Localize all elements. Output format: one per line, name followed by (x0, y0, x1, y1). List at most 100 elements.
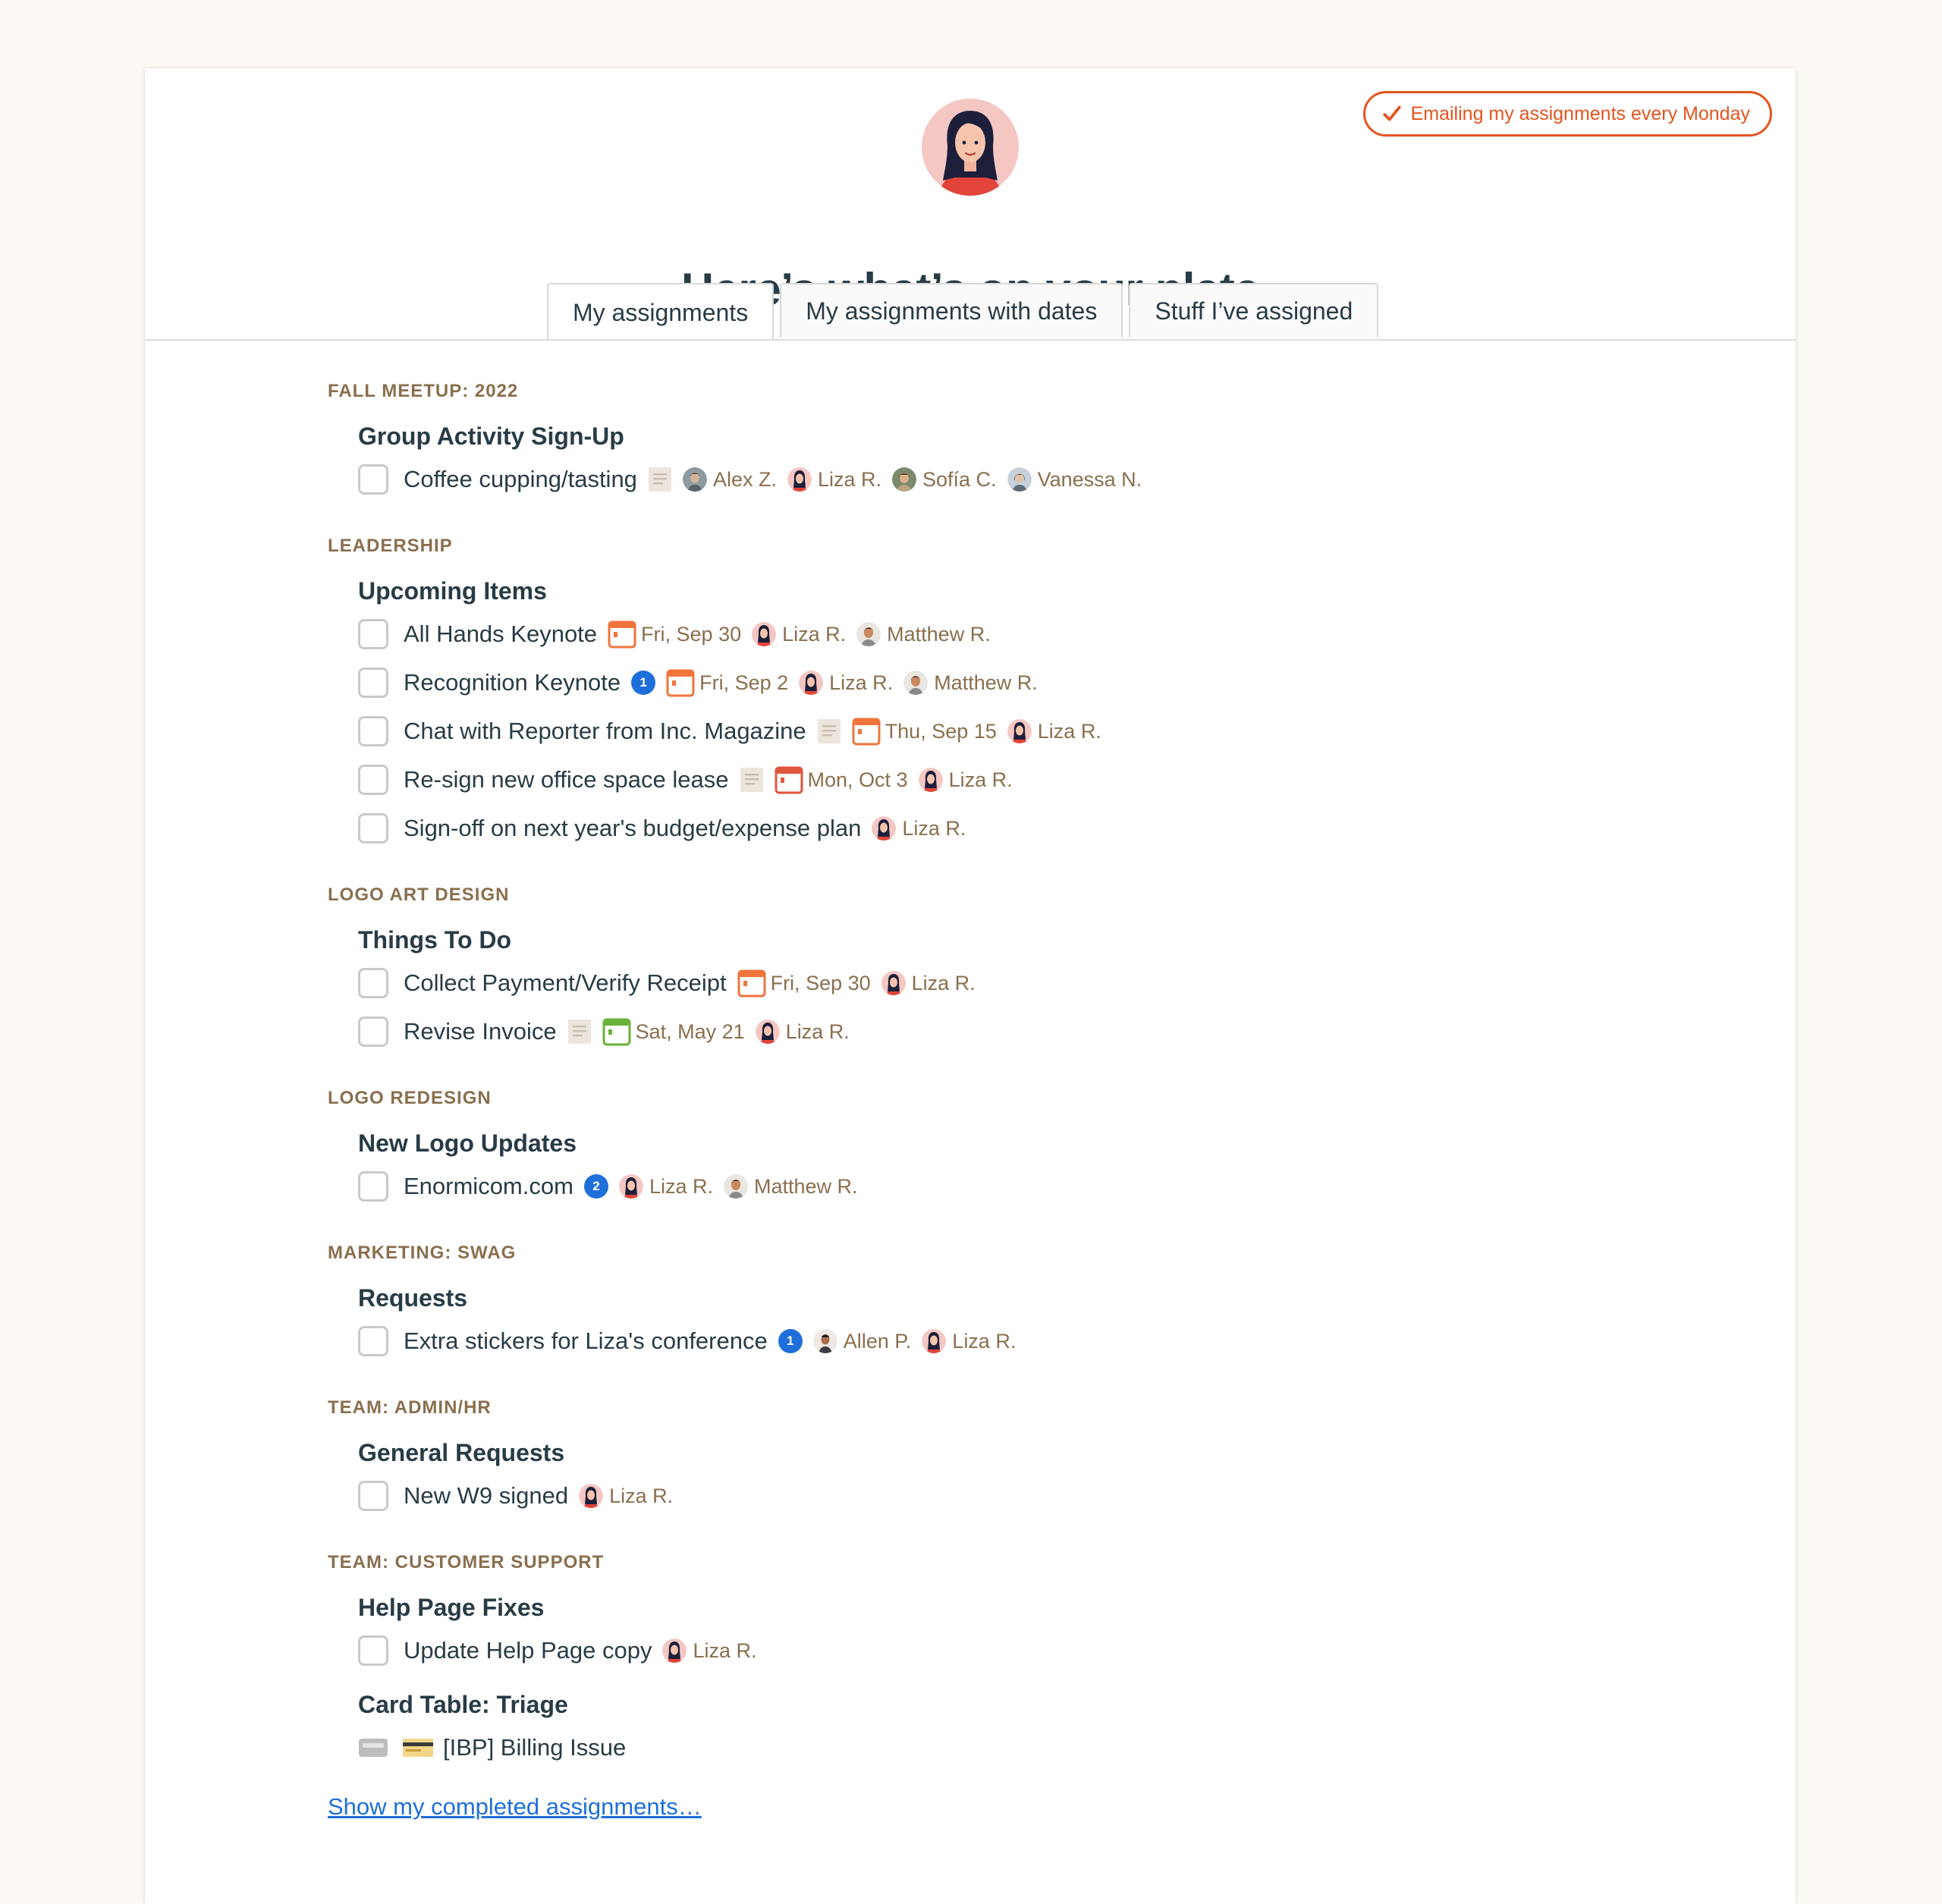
due-date-label: Mon, Oct 3 (807, 768, 908, 791)
due-date-label: Fri, Sep 2 (699, 671, 789, 694)
todo-item: Recognition Keynote 1 Fri, Sep 2 Liza R. Mat… (358, 658, 1693, 707)
todo-checkbox[interactable] (358, 1635, 388, 1666)
due-date: Fri, Sep 30 (608, 620, 741, 649)
todo-checkbox[interactable] (358, 464, 388, 495)
todo-list-title[interactable]: New Logo Updates (358, 1124, 1693, 1162)
credit-card-icon (403, 1739, 433, 1757)
due-date-label: Fri, Sep 30 (641, 622, 742, 646)
todo-checkbox[interactable] (358, 716, 388, 746)
assignee[interactable]: Liza R. (799, 671, 893, 695)
project-name[interactable]: TEAM: ADMIN/HR (328, 1393, 1693, 1423)
due-date-label: Fri, Sep 30 (770, 971, 871, 994)
todo-checkbox[interactable] (358, 668, 388, 698)
assignee-name: Allen P. (843, 1329, 912, 1353)
tab-my-assignments[interactable]: My assignments (547, 283, 775, 341)
todo-item: All Hands Keynote Fri, Sep 30 Liza R. Matth… (358, 610, 1693, 658)
tab-divider (145, 339, 1796, 341)
person-avatar (872, 816, 897, 840)
project-name[interactable]: LEADERSHIP (328, 531, 1693, 561)
card-item[interactable]: [IBP] Billing Issue (358, 1723, 1693, 1772)
calendar-icon (602, 1018, 631, 1046)
todo-checkbox[interactable] (358, 1326, 388, 1356)
todo-checkbox[interactable] (358, 813, 388, 844)
assignee[interactable]: Liza R. (918, 768, 1013, 792)
show-completed-link[interactable]: Show my completed assignments… (328, 1793, 702, 1821)
todo-title[interactable]: Recognition Keynote (404, 669, 621, 696)
todo-title[interactable]: Enormicom.com (404, 1173, 573, 1200)
todo-title[interactable]: Extra stickers for Liza's conference (404, 1327, 768, 1355)
assignee-name: Liza R. (782, 622, 847, 646)
project-section: FALL MEETUP: 2022 Group Activity Sign-Up C… (328, 376, 1693, 504)
assignee[interactable]: Liza R. (881, 971, 976, 995)
assignee[interactable]: Sofía C. (892, 467, 997, 492)
assignee[interactable]: Liza R. (662, 1639, 756, 1663)
user-avatar[interactable] (922, 99, 1019, 196)
assignments-panel: Emailing my assignments every Monday Her… (145, 68, 1796, 1904)
calendar-icon (852, 718, 881, 746)
todo-list-title[interactable]: Group Activity Sign-Up (358, 417, 1693, 455)
email-assignments-toggle[interactable]: Emailing my assignments every Monday (1362, 91, 1772, 137)
due-date: Thu, Sep 15 (852, 717, 997, 746)
project-name[interactable]: TEAM: CUSTOMER SUPPORT (328, 1547, 1693, 1578)
todo-list-title[interactable]: Requests (358, 1279, 1693, 1317)
todo-title[interactable]: Revise Invoice (404, 1018, 557, 1045)
project-name[interactable]: MARKETING: SWAG (328, 1238, 1693, 1268)
person-avatar (799, 671, 824, 695)
assignee[interactable]: Liza R. (618, 1174, 713, 1199)
comment-count-badge[interactable]: 1 (631, 671, 656, 695)
todo-list-title[interactable]: Upcoming Items (358, 572, 1693, 610)
assignee[interactable]: Matthew R. (903, 671, 1038, 695)
todo-item: Re-sign new office space lease Mon, Oct 3… (358, 756, 1693, 804)
comment-count-badge[interactable]: 2 (583, 1174, 608, 1199)
card-title[interactable]: [IBP] Billing Issue (443, 1734, 626, 1761)
todo-list-title[interactable]: General Requests (358, 1434, 1693, 1472)
assignee[interactable]: Matthew R. (856, 622, 991, 646)
todo-checkbox[interactable] (358, 1171, 388, 1202)
todo-list-title[interactable]: Help Page Fixes (358, 1588, 1693, 1626)
todo-checkbox[interactable] (358, 765, 388, 795)
todo-checkbox[interactable] (358, 1016, 388, 1047)
person-avatar (918, 768, 943, 792)
assignee[interactable]: Matthew R. (723, 1174, 858, 1199)
todo-list-title[interactable]: Card Table: Triage (358, 1686, 1693, 1723)
project-name[interactable]: FALL MEETUP: 2022 (328, 376, 1693, 407)
assignee-name: Liza R. (785, 1020, 850, 1043)
assignee[interactable]: Liza R. (922, 1329, 1016, 1353)
todo-checkbox[interactable] (358, 1481, 388, 1511)
calendar-icon (775, 766, 803, 794)
tab-my-assignments-with-dates[interactable]: My assignments with dates (780, 283, 1123, 338)
todo-title[interactable]: Coffee cupping/tasting (404, 466, 637, 493)
project-name[interactable]: LOGO REDESIGN (328, 1083, 1693, 1114)
todo-title[interactable]: All Hands Keynote (404, 621, 597, 648)
todo-title[interactable]: Collect Payment/Verify Receipt (404, 969, 727, 997)
assignee[interactable]: Liza R. (752, 622, 846, 646)
person-avatar (752, 622, 777, 646)
person-avatar (856, 622, 881, 646)
todo-title[interactable]: Re-sign new office space lease (404, 766, 729, 793)
assignee[interactable]: Liza R. (755, 1020, 850, 1044)
person-avatar (892, 467, 917, 492)
project-name[interactable]: LOGO ART DESIGN (328, 880, 1693, 910)
todo-title[interactable]: New W9 signed (404, 1482, 568, 1510)
assignee[interactable]: Liza R. (1007, 719, 1101, 743)
todo-title[interactable]: Update Help Page copy (404, 1637, 652, 1664)
assignee[interactable]: Liza R. (872, 816, 966, 840)
assignee-name: Matthew R. (753, 1174, 858, 1198)
person-avatar (787, 467, 812, 492)
assignee[interactable]: Liza R. (579, 1484, 673, 1508)
assignee[interactable]: Allen P. (812, 1329, 912, 1353)
todo-checkbox[interactable] (358, 619, 388, 649)
assignee[interactable]: Alex Z. (682, 467, 777, 492)
todo-list-title[interactable]: Things To Do (358, 921, 1693, 959)
comment-count-badge[interactable]: 1 (778, 1329, 803, 1353)
todo-checkbox[interactable] (358, 968, 388, 998)
assignee[interactable]: Vanessa N. (1007, 467, 1142, 492)
todo-title[interactable]: Chat with Reporter from Inc. Magazine (404, 718, 806, 745)
calendar-icon (608, 621, 636, 649)
assignee[interactable]: Liza R. (787, 467, 881, 492)
person-avatar (662, 1639, 687, 1663)
person-avatar (922, 1329, 947, 1353)
assignee-name: Liza R. (948, 768, 1013, 791)
todo-title[interactable]: Sign-off on next year's budget/expense p… (404, 815, 861, 842)
tab-stuff-i-ve-assigned[interactable]: Stuff I’ve assigned (1129, 283, 1379, 338)
